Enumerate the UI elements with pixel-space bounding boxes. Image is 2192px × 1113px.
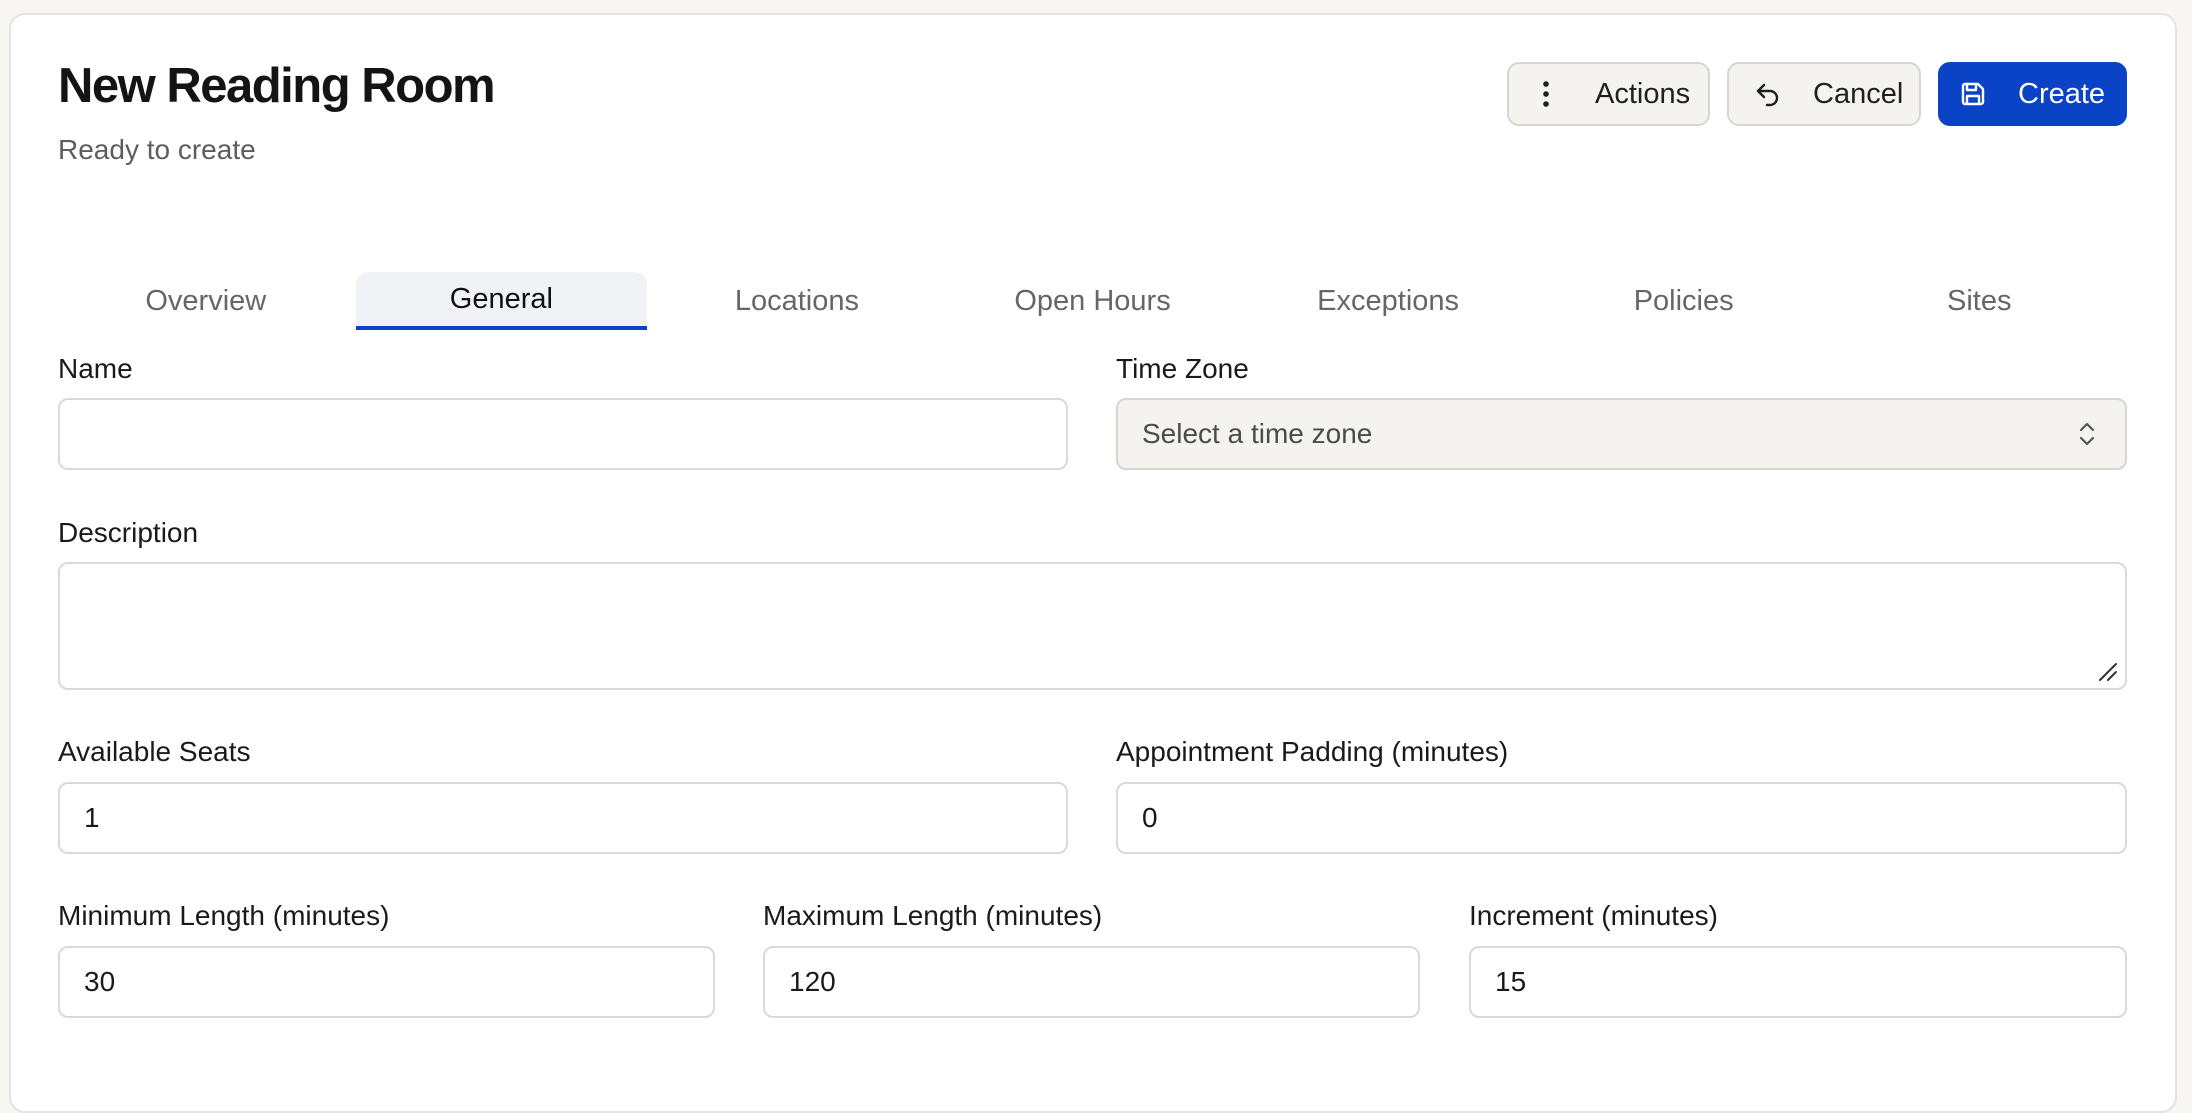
tab-locations[interactable]: Locations (651, 272, 943, 330)
available-seats-label: Available Seats (58, 736, 251, 767)
tab-overview[interactable]: Overview (60, 272, 352, 330)
save-icon (1958, 79, 1988, 109)
name-input[interactable] (58, 398, 1068, 470)
tab-bar: Overview General Locations Open Hours Ex… (58, 272, 2127, 330)
tab-open-hours[interactable]: Open Hours (947, 272, 1239, 330)
tab-exceptions[interactable]: Exceptions (1242, 272, 1534, 330)
available-seats-input[interactable] (58, 782, 1068, 854)
time-zone-placeholder: Select a time zone (1142, 418, 1373, 449)
cancel-button[interactable]: Cancel (1727, 62, 1921, 126)
name-label: Name (58, 353, 133, 384)
more-vertical-icon (1531, 79, 1561, 109)
maximum-length-label: Maximum Length (minutes) (763, 900, 1103, 931)
increment-label: Increment (minutes) (1469, 900, 1718, 931)
maximum-length-input[interactable] (763, 946, 1420, 1018)
minimum-length-label: Minimum Length (minutes) (58, 900, 390, 931)
appointment-padding-label: Appointment Padding (minutes) (1116, 736, 1509, 767)
create-button-label: Create (2018, 77, 2106, 110)
page-title: New Reading Room (58, 59, 496, 113)
time-zone-label: Time Zone (1116, 353, 1249, 384)
tab-sites[interactable]: Sites (1833, 272, 2125, 330)
description-textarea[interactable] (58, 562, 2127, 690)
increment-input[interactable] (1469, 946, 2127, 1018)
tab-general[interactable]: General (355, 272, 648, 330)
create-button[interactable]: Create (1938, 62, 2127, 126)
minimum-length-input[interactable] (58, 946, 715, 1018)
actions-button[interactable]: Actions (1507, 62, 1710, 126)
time-zone-select[interactable]: Select a time zone (1116, 398, 2127, 470)
resize-handle-icon[interactable] (2096, 660, 2118, 682)
chevron-up-down-icon (2075, 419, 2099, 449)
cancel-button-label: Cancel (1813, 77, 1904, 110)
undo-icon (1753, 79, 1783, 109)
appointment-padding-input[interactable] (1116, 782, 2127, 854)
page-status: Ready to create (58, 134, 256, 165)
tab-policies[interactable]: Policies (1538, 272, 1830, 330)
actions-button-label: Actions (1595, 77, 1691, 110)
description-label: Description (58, 517, 199, 548)
